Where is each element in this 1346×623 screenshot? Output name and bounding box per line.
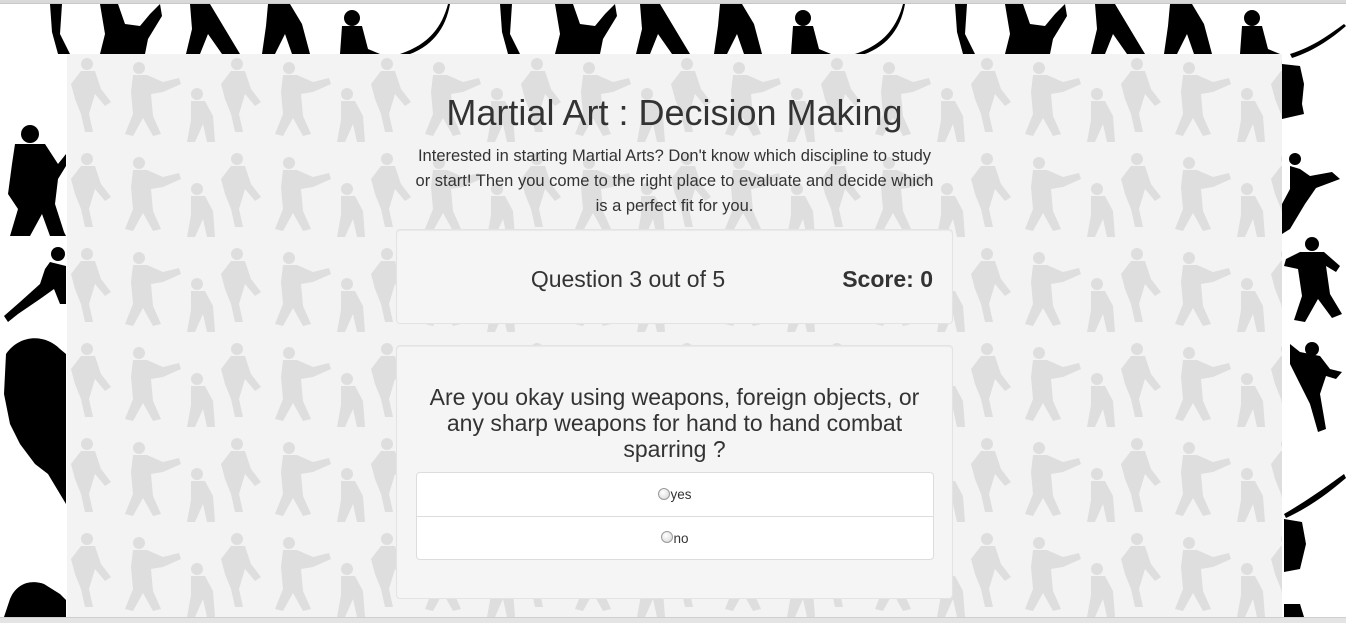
quiz-status-panel: Question 3 out of 5 Score: 0 xyxy=(396,229,953,324)
page-content: Martial Art : Decision Making Interested… xyxy=(0,0,1346,623)
radio-button-icon[interactable] xyxy=(661,531,674,543)
answer-list: yes no xyxy=(416,472,934,560)
score-label: Score: xyxy=(842,266,914,292)
score-value: 0 xyxy=(920,266,933,292)
score-display: Score: 0 xyxy=(842,266,933,293)
question-panel: Are you okay using weapons, foreign obje… xyxy=(396,345,953,599)
answer-label: yes xyxy=(670,487,692,502)
question-counter: Question 3 out of 5 xyxy=(530,266,726,292)
question-text: Are you okay using weapons, foreign obje… xyxy=(429,384,920,462)
answer-option-yes[interactable]: yes xyxy=(417,473,933,516)
browser-bottom-border xyxy=(0,617,1346,623)
answer-option-no[interactable]: no xyxy=(417,516,933,559)
intro-text: Interested in starting Martial Arts? Don… xyxy=(415,147,934,215)
answer-label: no xyxy=(673,530,689,546)
radio-button-icon[interactable] xyxy=(658,487,671,500)
page-title: Martial Art : Decision Making xyxy=(446,92,903,133)
